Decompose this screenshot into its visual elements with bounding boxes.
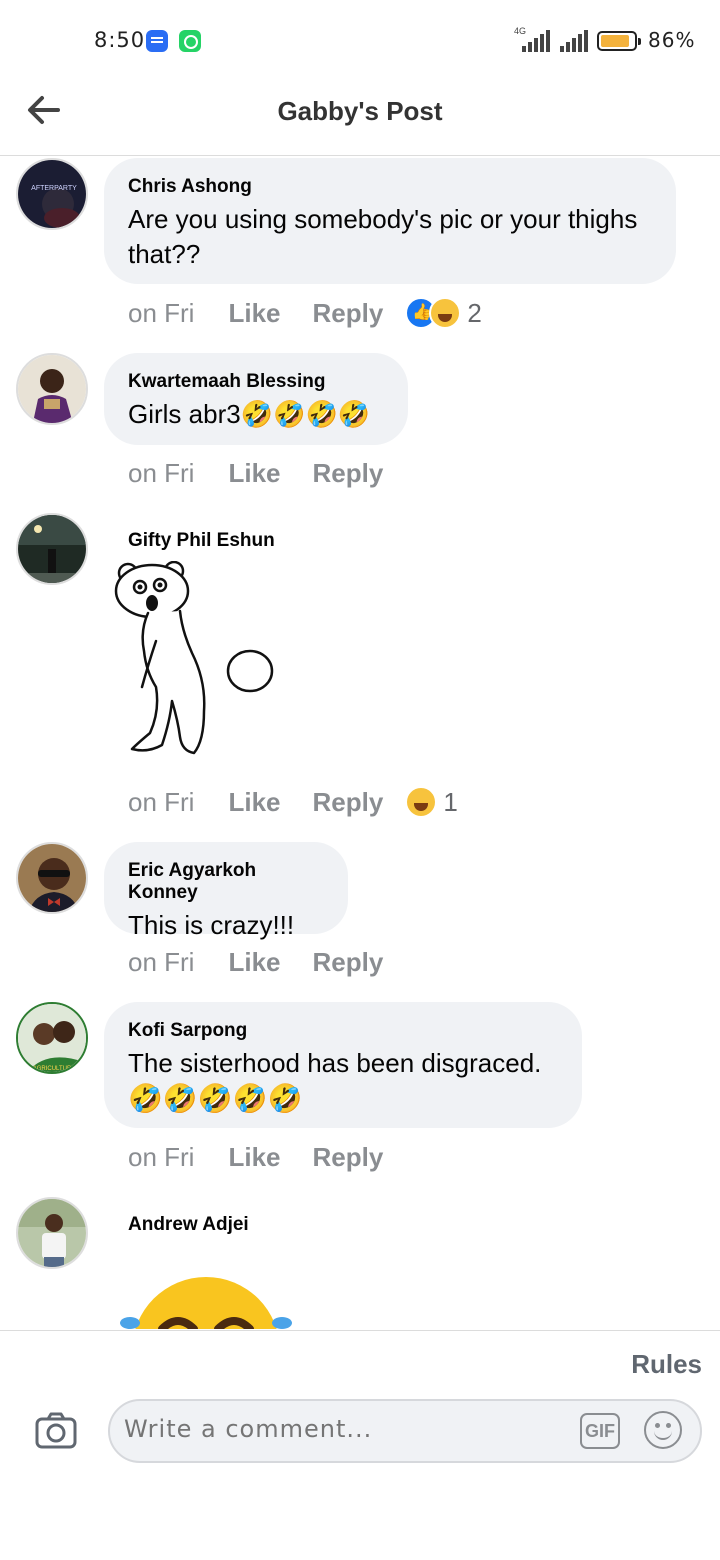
like-button[interactable]: Like (228, 298, 280, 329)
comment-bubble[interactable]: Kwartemaah Blessing Girls abr3🤣🤣🤣🤣 (104, 353, 408, 445)
comment-author[interactable]: Kofi Sarpong (128, 1020, 558, 1042)
messages-app-icon (146, 30, 168, 52)
comment-author[interactable]: Chris Ashong (128, 176, 652, 198)
gif-button[interactable]: GIF (580, 1413, 620, 1449)
signal-icon (514, 30, 550, 52)
avatar[interactable] (16, 513, 88, 585)
battery-percent: 86% (648, 28, 696, 52)
like-button[interactable]: Like (228, 947, 280, 978)
rules-link[interactable]: Rules (631, 1349, 702, 1380)
like-button[interactable]: Like (228, 458, 280, 489)
comment-time[interactable]: on Fri (128, 947, 194, 978)
comment-text: Girls abr3🤣🤣🤣🤣 (128, 399, 371, 429)
bear-sticker[interactable] (110, 560, 290, 771)
reaction-count: 2 (467, 297, 482, 328)
comment-time[interactable]: on Fri (128, 298, 194, 329)
post-header: Gabby's Post (0, 80, 720, 156)
reply-button[interactable]: Reply (313, 1142, 384, 1173)
reply-button[interactable]: Reply (313, 787, 384, 818)
comment-input[interactable] (124, 1415, 544, 1443)
emoji-icon[interactable] (644, 1411, 682, 1449)
like-button[interactable]: Like (228, 787, 280, 818)
crying-laughing-emoji[interactable] (116, 1271, 296, 1329)
comment-text: Are you using somebody's pic or your thi… (128, 204, 638, 269)
whatsapp-icon (179, 30, 201, 52)
avatar[interactable] (16, 353, 88, 425)
comment-text: The sisterhood has been disgraced. (128, 1048, 542, 1078)
comment-actions: on Fri Like Reply (128, 945, 415, 979)
haha-reaction-icon (405, 786, 438, 818)
comment-time[interactable]: on Fri (128, 458, 194, 489)
comment-author[interactable]: Kwartemaah Blessing (128, 371, 384, 393)
reaction-summary[interactable]: 2 (405, 297, 482, 329)
avatar[interactable]: AFTERPARTY (16, 158, 88, 230)
comment-bubble[interactable]: Eric Agyarkoh Konney This is crazy!!! (104, 842, 348, 940)
comment-author[interactable]: Eric Agyarkoh Konney (128, 860, 324, 904)
status-bar: 8:50 4G 86% (0, 0, 720, 80)
battery-icon (597, 31, 641, 51)
reply-button[interactable]: Reply (313, 298, 384, 329)
avatar[interactable] (16, 842, 88, 914)
reply-button[interactable]: Reply (313, 947, 384, 978)
comment-actions: on Fri Like Reply (128, 456, 415, 490)
comment-box: GIF (108, 1399, 702, 1463)
comment-author[interactable]: Andrew Adjei (128, 1214, 249, 1236)
comment-author[interactable]: Gifty Phil Eshun (128, 530, 275, 552)
status-time: 8:50 (94, 28, 146, 52)
comment-text: This is crazy!!! (128, 910, 295, 940)
reply-button[interactable]: Reply (313, 458, 384, 489)
comment-actions: on Fri Like Reply (128, 1140, 415, 1174)
reaction-summary[interactable]: 1 (405, 786, 458, 818)
avatar[interactable]: AGRICULTURE (16, 1002, 88, 1074)
haha-reaction-icon (429, 297, 462, 329)
avatar-text: AFTERPARTY (31, 185, 77, 192)
comment-emoji-line: 🤣🤣🤣🤣🤣 (128, 1083, 303, 1114)
comment-bubble[interactable]: Kofi Sarpong The sisterhood has been dis… (104, 1002, 582, 1128)
battery-fill (601, 35, 629, 47)
reaction-count: 1 (443, 786, 458, 817)
comment-actions: on Fri Like Reply 1 (128, 785, 458, 819)
comment-time[interactable]: on Fri (128, 1142, 194, 1173)
comment-actions: on Fri Like Reply 2 (128, 296, 482, 330)
avatar[interactable] (16, 1197, 88, 1269)
comment-composer: Rules GIF (0, 1330, 720, 1560)
comment-time[interactable]: on Fri (128, 787, 194, 818)
comment-bubble[interactable]: Chris Ashong Are you using somebody's pi… (104, 158, 676, 284)
camera-icon[interactable] (34, 1409, 78, 1453)
signal-icon (556, 30, 592, 52)
page-title: Gabby's Post (277, 96, 443, 126)
like-button[interactable]: Like (228, 1142, 280, 1173)
avatar-text: AGRICULTURE (33, 1066, 76, 1072)
